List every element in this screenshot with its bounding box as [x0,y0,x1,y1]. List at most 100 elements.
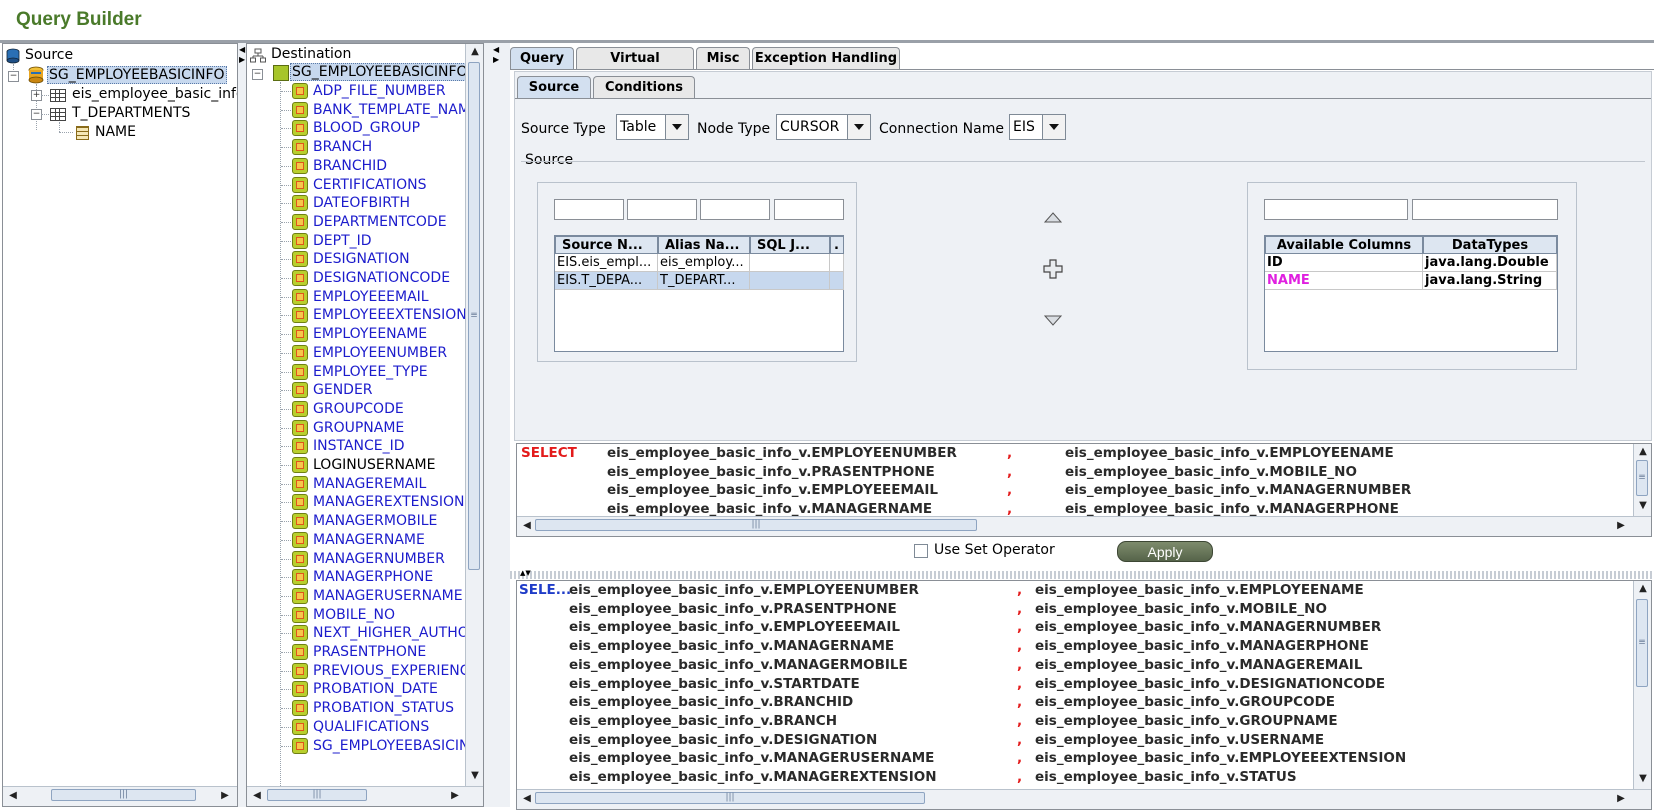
destination-field[interactable]: MANAGERNUMBER [313,550,445,569]
scroll-thumb[interactable]: ≡ [468,62,480,570]
scroll-right-icon[interactable]: ▶ [217,788,233,804]
filter-input[interactable] [1264,199,1408,220]
destination-field[interactable]: DEPARTMENTCODE [313,213,447,232]
scroll-up-icon[interactable]: ▲ [467,44,483,60]
destination-field[interactable]: BRANCHID [313,157,387,176]
destination-field[interactable]: ADP_FILE_NUMBER [313,82,446,101]
destination-field[interactable]: CERTIFICATIONS [313,176,427,195]
tab-misc[interactable]: Misc [696,47,750,69]
column-header[interactable]: . [830,236,844,254]
filter-input[interactable] [627,199,697,220]
destination-field[interactable]: DEPT_ID [313,232,372,251]
sql-column[interactable]: eis_employee_basic_info_v.STATUS [1035,768,1297,787]
scroll-down-icon[interactable]: ▼ [1635,771,1651,787]
splitter[interactable]: ◀ ▶ [238,43,246,807]
column-header[interactable]: Alias Na... [658,236,750,254]
sql-column[interactable]: eis_employee_basic_info_v.MANAGERNUMBER [1035,618,1381,637]
sql-column[interactable]: eis_employee_basic_info_v.MANAGERNAME [569,637,894,656]
destination-field[interactable]: PRASENTPHONE [313,643,426,662]
collapse-right-icon[interactable]: ▶ [239,55,245,64]
add-icon[interactable] [1043,259,1063,279]
tab-exception-handling[interactable]: Exception Handling [752,47,900,69]
vertical-scrollbar[interactable]: ▲ ≡ ▼ [465,44,483,786]
sql-column[interactable]: eis_employee_basic_info_v.BRANCH [569,712,837,731]
sql-column[interactable]: eis_employee_basic_info_v.MOBILE_NO [1065,463,1357,482]
table-row[interactable]: EIS.eis_empl... eis_employ... [555,254,844,272]
destination-field[interactable]: DESIGNATION [313,250,410,269]
subtab-source[interactable]: Source [517,76,591,98]
destination-field[interactable]: MANAGEREMAIL [313,475,426,494]
vertical-scrollbar[interactable]: ▲ ≡ ▼ [1633,444,1651,516]
sql-column[interactable]: eis_employee_basic_info_v.MANAGEREXTENSI… [569,768,937,787]
source-tree-node[interactable]: NAME [95,123,136,142]
destination-field[interactable]: EMPLOYEE_TYPE [313,363,428,382]
apply-button[interactable]: Apply [1117,541,1213,562]
destination-field[interactable]: LOGINUSERNAME [313,456,435,475]
destination-field[interactable]: DESIGNATIONCODE [313,269,450,288]
chevron-down-icon[interactable] [665,115,688,139]
destination-field[interactable]: EMPLOYEEEXTENSION [313,306,465,325]
sql-column[interactable]: eis_employee_basic_info_v.MOBILE_NO [1035,600,1327,619]
collapse-left-icon[interactable]: ◀ [239,45,245,54]
horizontal-scrollbar[interactable]: ◀ ||| ▶ [517,789,1651,809]
source-tree-node[interactable]: T_DEPARTMENTS [72,104,190,123]
scroll-up-icon[interactable]: ▲ [1635,444,1651,460]
destination-field[interactable]: EMPLOYEENUMBER [313,344,447,363]
source-type-select[interactable]: Table [616,114,689,140]
collapse-right-icon[interactable]: ▶ [493,55,499,64]
sql-column[interactable]: eis_employee_basic_info_v.DESIGNATION [569,731,877,750]
filter-input[interactable] [1412,199,1558,220]
tab-virtual-columns[interactable]: Virtual Columns [576,47,694,88]
scroll-thumb[interactable]: ||| [267,789,367,801]
use-set-operator-checkbox[interactable] [914,544,928,558]
filter-input[interactable] [774,199,844,220]
chevron-down-icon[interactable] [847,115,870,139]
destination-field[interactable]: PROBATION_STATUS [313,699,454,718]
destination-field[interactable]: BRANCH [313,138,372,157]
destination-field[interactable]: PROBATION_DATE [313,680,438,699]
scroll-left-icon[interactable]: ◀ [249,788,265,804]
connection-name-select[interactable]: EIS [1009,114,1066,140]
sql-column[interactable]: eis_employee_basic_info_v.PRASENTPHONE [569,600,897,619]
sql-column[interactable]: eis_employee_basic_info_v.EMPLOYEEEXTENS… [1035,749,1406,768]
sql-column[interactable]: eis_employee_basic_info_v.EMPLOYEEEMAIL [569,618,900,637]
filter-input[interactable] [554,199,624,220]
sql-column[interactable]: eis_employee_basic_info_v.EMPLOYEENUMBER [607,444,957,463]
sql-column[interactable]: eis_employee_basic_info_v.MANAGERUSERNAM… [569,749,934,768]
scroll-left-icon[interactable]: ◀ [519,791,535,807]
sql-column[interactable]: eis_employee_basic_info_v.MANAGERPHONE [1065,500,1399,516]
column-header[interactable]: SQL J... [750,236,830,254]
filter-input[interactable] [700,199,770,220]
column-header[interactable]: DataTypes [1423,236,1557,254]
collapse-up-icon[interactable]: ▲▼ [520,569,531,577]
subtab-conditions[interactable]: Conditions [593,76,695,98]
scroll-left-icon[interactable]: ◀ [5,788,21,804]
table-row[interactable]: NAME java.lang.String [1265,272,1557,290]
scroll-down-icon[interactable]: ▼ [1635,498,1651,514]
destination-field[interactable]: GENDER [313,381,373,400]
destination-field[interactable]: INSTANCE_ID [313,437,405,456]
collapse-toggle[interactable]: − [8,71,19,82]
sql-column[interactable]: eis_employee_basic_info_v.MANAGERMOBILE [569,656,908,675]
sql-column[interactable]: eis_employee_basic_info_v.MANAGERNUMBER [1065,481,1411,500]
source-tree-node[interactable]: SG_EMPLOYEEBASICINFO [47,66,227,85]
sql-column[interactable]: eis_employee_basic_info_v.BRANCHID [569,693,853,712]
sql-column[interactable]: eis_employee_basic_info_v.STARTDATE [569,675,860,694]
sql-column[interactable]: eis_employee_basic_info_v.DESIGNATIONCOD… [1035,675,1385,694]
destination-field[interactable]: GROUPNAME [313,419,404,438]
move-up-icon[interactable] [1043,212,1063,224]
destination-field[interactable]: MOBILE_NO [313,606,395,625]
column-header[interactable]: Available Columns [1265,236,1423,254]
scroll-thumb[interactable]: ||| [51,789,196,801]
column-header[interactable]: Source N... [555,236,658,254]
sql-column[interactable]: eis_employee_basic_info_v.GROUPNAME [1035,712,1338,731]
sql-column[interactable]: eis_employee_basic_info_v.MANAGEREMAIL [1035,656,1362,675]
scroll-left-icon[interactable]: ◀ [519,518,535,534]
scroll-thumb[interactable]: ||| [535,792,925,804]
scroll-up-icon[interactable]: ▲ [1635,581,1651,597]
destination-field[interactable]: MANAGERPHONE [313,568,433,587]
destination-field[interactable]: EMPLOYEENAME [313,325,427,344]
sql-column[interactable]: eis_employee_basic_info_v.EMPLOYEENAME [1065,444,1394,463]
destination-field[interactable]: MANAGERMOBILE [313,512,437,531]
destination-field[interactable]: BANK_TEMPLATE_NAME [313,101,465,120]
